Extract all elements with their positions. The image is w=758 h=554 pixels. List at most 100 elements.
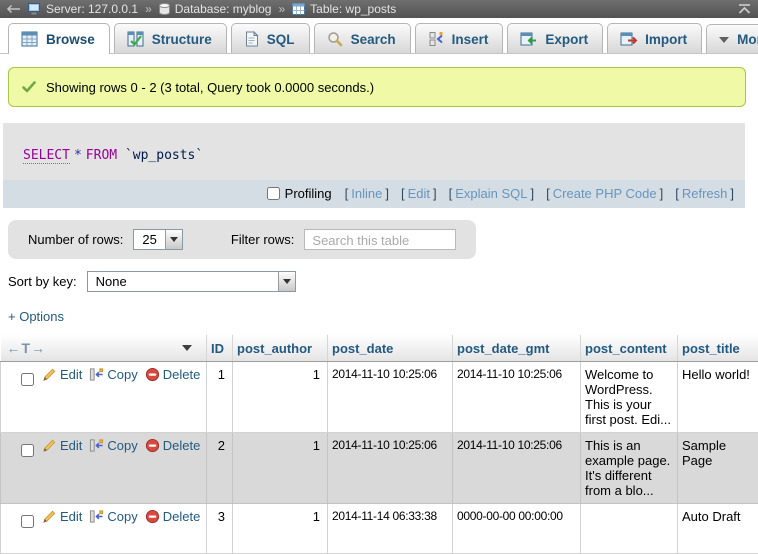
breadcrumb-database[interactable]: Database: myblog	[159, 2, 272, 16]
edit-link[interactable]: Edit	[60, 509, 82, 524]
breadcrumb-server[interactable]: Server: 127.0.0.1	[28, 2, 138, 16]
cell-post-date-gmt: 0000-00-00 00:00:00	[453, 504, 581, 554]
sql-icon	[244, 31, 259, 47]
sql-keyword-select: SELECT	[23, 148, 70, 164]
tab-search-label: Search	[351, 32, 396, 47]
row-checkbox[interactable]	[21, 444, 34, 457]
column-header-post-content[interactable]: post_content	[581, 335, 678, 362]
refresh-link[interactable]: Refresh	[682, 186, 728, 201]
profiling-checkbox[interactable]	[267, 187, 280, 200]
bracket: ]	[660, 186, 664, 201]
edit-query-link[interactable]: Edit	[408, 186, 430, 201]
row-checkbox[interactable]	[21, 515, 34, 528]
tab-export-label: Export	[545, 32, 588, 47]
bracket: ]	[730, 186, 734, 201]
tab-browse-label: Browse	[46, 32, 95, 47]
cell-post-date: 2014-11-10 10:25:06	[328, 433, 453, 504]
tab-sql[interactable]: SQL	[231, 23, 310, 53]
structure-icon	[127, 31, 144, 47]
copy-link[interactable]: Copy	[107, 509, 137, 524]
caret-down-icon	[283, 279, 291, 284]
tab-structure[interactable]: Structure	[114, 23, 227, 53]
tab-search[interactable]: Search	[314, 23, 411, 53]
column-header-post-date[interactable]: post_date	[328, 335, 453, 362]
database-icon	[159, 3, 170, 15]
copy-icon	[89, 509, 104, 524]
options-caret-icon[interactable]	[182, 345, 192, 351]
filter-rows-label: Filter rows:	[231, 232, 295, 247]
copy-icon	[89, 367, 104, 382]
breadcrumb-table-label: Table: wp_posts	[310, 2, 396, 16]
caret-down-icon	[170, 237, 178, 242]
row-checkbox[interactable]	[21, 373, 34, 386]
cell-post-author: 1	[233, 362, 328, 433]
filter-rows-input[interactable]	[304, 229, 456, 250]
search-icon	[327, 31, 343, 47]
success-message: Showing rows 0 - 2 (3 total, Query took …	[8, 67, 746, 107]
success-check-icon	[21, 79, 37, 95]
bracket: [	[401, 186, 405, 201]
delete-icon	[145, 509, 160, 524]
table-row: EditCopyDelete 2 1 2014-11-10 10:25:06 2…	[1, 433, 758, 504]
tab-import[interactable]: Import	[607, 23, 702, 53]
tab-browse[interactable]: Browse	[8, 23, 110, 54]
copy-icon	[89, 438, 104, 453]
delete-icon	[145, 367, 160, 382]
combo-arrow-button[interactable]	[278, 272, 295, 291]
number-of-rows-value: 25	[134, 230, 164, 249]
inline-link[interactable]: Inline	[351, 186, 382, 201]
copy-link[interactable]: Copy	[107, 367, 137, 382]
cell-id: 2	[207, 433, 233, 504]
sql-query-box: SELECT*FROM `wp_posts` Profiling [Inline…	[3, 123, 745, 208]
delete-link[interactable]: Delete	[163, 367, 201, 382]
column-header-post-author[interactable]: post_author	[233, 335, 328, 362]
column-header-post-title[interactable]: post_title	[678, 335, 758, 362]
tab-export[interactable]: Export	[507, 23, 603, 53]
cell-post-content: This is an example page. It's different …	[581, 433, 678, 504]
column-header-post-date-gmt[interactable]: post_date_gmt	[453, 335, 581, 362]
edit-link[interactable]: Edit	[60, 367, 82, 382]
breadcrumb-separator: »	[145, 2, 152, 16]
sql-keyword-from: FROM	[86, 148, 117, 163]
cell-post-title: Sample Page	[678, 433, 758, 504]
number-of-rows-label: Number of rows:	[28, 232, 123, 247]
chevron-down-icon	[719, 37, 729, 43]
delete-link[interactable]: Delete	[163, 509, 201, 524]
actions-header: ←T→	[1, 335, 207, 362]
results-table: ←T→ ID post_author post_date post_date_g…	[0, 335, 758, 554]
cell-post-date: 2014-11-10 10:25:06	[328, 362, 453, 433]
tab-insert[interactable]: Insert	[415, 23, 504, 53]
import-icon	[620, 31, 637, 47]
edit-pencil-icon	[42, 509, 57, 524]
tab-more-label: More	[737, 32, 758, 47]
bracket: ]	[433, 186, 437, 201]
sql-star: *	[70, 148, 86, 163]
options-toggle-link[interactable]: + Options	[8, 309, 64, 324]
cell-post-content	[581, 504, 678, 554]
sort-by-key-label: Sort by key:	[8, 274, 77, 289]
breadcrumb-table[interactable]: Table: wp_posts	[292, 2, 396, 16]
copy-link[interactable]: Copy	[107, 438, 137, 453]
cell-post-date-gmt: 2014-11-10 10:25:06	[453, 362, 581, 433]
inline-link-group: [Inline]	[342, 186, 392, 201]
server-icon	[28, 3, 41, 15]
number-of-rows-select[interactable]: 25	[133, 229, 182, 250]
tab-bar: Browse Structure SQL Search Insert Expor…	[0, 18, 758, 54]
sort-by-key-select[interactable]: None	[87, 271, 296, 292]
create-php-link[interactable]: Create PHP Code	[553, 186, 657, 201]
tab-import-label: Import	[645, 32, 687, 47]
tab-more[interactable]: More	[706, 24, 758, 53]
bracket: ]	[385, 186, 389, 201]
cell-post-author: 1	[233, 433, 328, 504]
delete-link[interactable]: Delete	[163, 438, 201, 453]
column-header-id[interactable]: ID	[207, 335, 233, 362]
explain-sql-link[interactable]: Explain SQL	[455, 186, 527, 201]
edit-pencil-icon	[42, 438, 57, 453]
collapse-top-icon[interactable]	[737, 3, 752, 15]
sort-by-key-value: None	[88, 272, 278, 291]
edit-link[interactable]: Edit	[60, 438, 82, 453]
combo-arrow-button[interactable]	[165, 230, 182, 249]
edit-query-link-group: [Edit]	[398, 186, 440, 201]
column-move-arrows[interactable]: ←T→	[7, 340, 47, 356]
back-arrow-icon[interactable]	[6, 4, 21, 14]
